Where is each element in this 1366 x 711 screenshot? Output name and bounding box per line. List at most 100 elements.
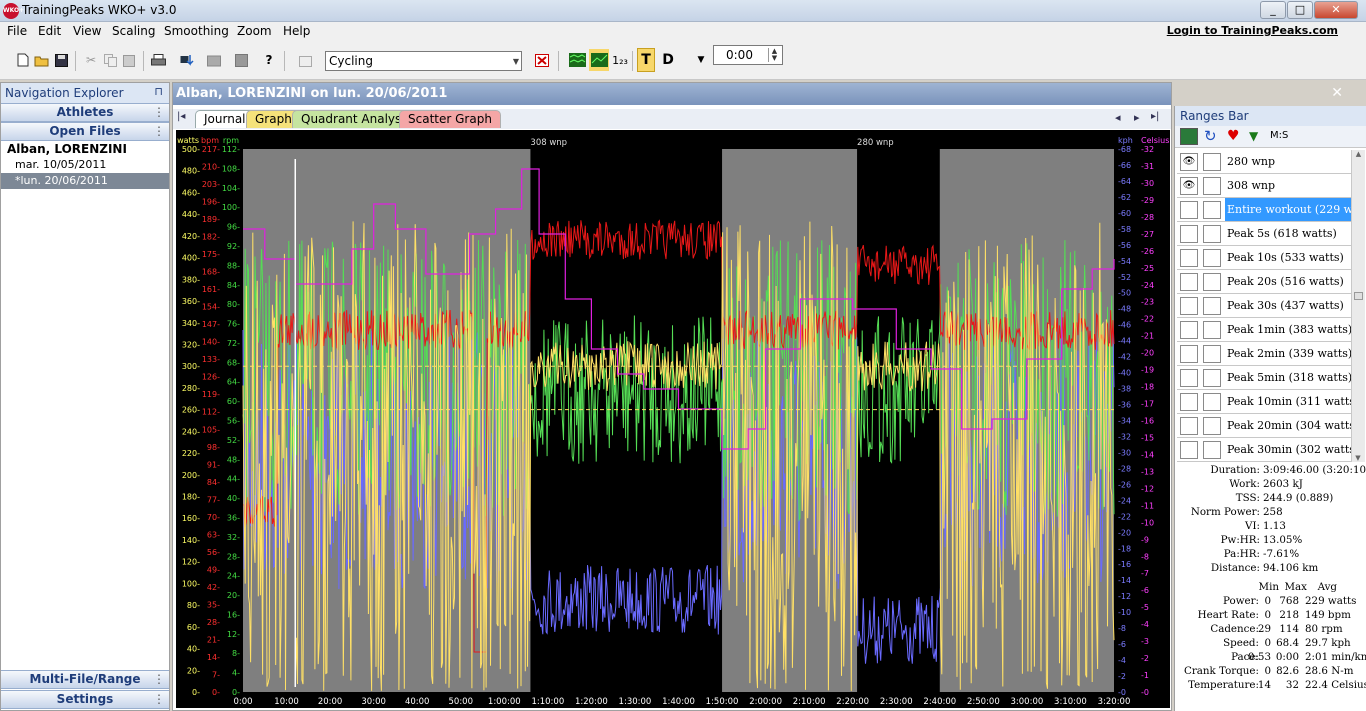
eye-icon[interactable]: 👁	[1180, 153, 1198, 171]
visibility-checkbox[interactable]	[1180, 273, 1198, 291]
pin-icon[interactable]: ⊓	[154, 85, 163, 98]
dropdown-arrow-icon[interactable]: ▼	[692, 51, 710, 69]
visibility-checkbox[interactable]	[1180, 369, 1198, 387]
menu-file[interactable]: File	[7, 24, 27, 38]
range-item[interactable]: Peak 1min (383 watts)	[1177, 318, 1351, 342]
range-checkbox[interactable]	[1203, 177, 1221, 195]
visibility-checkbox[interactable]	[1180, 225, 1198, 243]
visibility-checkbox[interactable]	[1180, 201, 1198, 219]
range-item[interactable]: Peak 10min (311 watts)	[1177, 390, 1351, 414]
scroll-down-icon[interactable]: ▼	[1352, 454, 1364, 462]
delete-red-icon[interactable]	[533, 51, 551, 69]
range-checkbox[interactable]	[1203, 369, 1221, 387]
nav-section-athletes[interactable]: Athletes ⋮	[1, 103, 169, 122]
range-checkbox[interactable]	[1203, 393, 1221, 411]
graph-overlay-icon[interactable]	[589, 49, 609, 71]
spinner-icon[interactable]: ▲ ▼	[768, 48, 780, 62]
nav-section-multi-file[interactable]: Multi-File/Range Analysis⋮	[1, 670, 169, 703]
close-icon[interactable]: ✕	[1331, 85, 1343, 101]
down-arrow-icon[interactable]: ▼	[1249, 129, 1258, 143]
visibility-checkbox[interactable]	[1180, 297, 1198, 315]
workout-graph[interactable]: 308 wnp 280 wnp watts 500- 480- 460- 440- 420- 4…	[176, 130, 1170, 708]
range-item[interactable]: 👁 308 wnp	[1177, 174, 1351, 198]
visibility-checkbox[interactable]	[1180, 417, 1198, 435]
visibility-checkbox[interactable]	[1180, 441, 1198, 459]
new-file-icon[interactable]	[14, 51, 32, 69]
sport-select[interactable]: Cycling ▼	[325, 51, 522, 71]
open-folder-icon[interactable]	[33, 51, 51, 69]
range-item[interactable]: Entire workout (229 watts)	[1177, 198, 1351, 222]
eye-icon[interactable]: 👁	[1180, 177, 1198, 195]
time-axis-toggle[interactable]: T	[637, 48, 655, 72]
menu-edit[interactable]: Edit	[38, 24, 61, 38]
nav-section-open-files[interactable]: Open Files ⋮	[1, 122, 169, 141]
range-item[interactable]: Peak 2min (339 watts)	[1177, 342, 1351, 366]
range-checkbox[interactable]	[1203, 297, 1221, 315]
range-item[interactable]: Peak 5s (618 watts)	[1177, 222, 1351, 246]
range-checkbox[interactable]	[1203, 321, 1221, 339]
last-tab-icon[interactable]: ▸|	[1151, 111, 1159, 122]
numbers-icon[interactable]: 1₂₃	[611, 51, 629, 69]
scroll-thumb[interactable]	[1354, 292, 1363, 300]
menu-scaling[interactable]: Scaling	[112, 24, 155, 38]
menu-zoom[interactable]: Zoom	[237, 24, 272, 38]
window-gray-icon[interactable]	[297, 51, 315, 69]
file-item[interactable]: mar. 10/05/2011	[1, 157, 169, 173]
range-checkbox[interactable]	[1203, 441, 1221, 459]
range-checkbox[interactable]	[1203, 153, 1221, 171]
picture-icon[interactable]	[1180, 128, 1198, 145]
range-item[interactable]: Peak 20s (516 watts)	[1177, 270, 1351, 294]
range-checkbox[interactable]	[1203, 417, 1221, 435]
axis-tick-label: 40-	[187, 645, 200, 654]
file-item-selected[interactable]: *lun. 20/06/2011	[1, 173, 169, 189]
nav-section-settings[interactable]: Settings ⋮	[1, 690, 169, 709]
first-page-icon[interactable]: |◂	[177, 111, 185, 122]
copy-icon[interactable]	[101, 51, 119, 69]
range-checkbox[interactable]	[1203, 225, 1221, 243]
range-item[interactable]: 👁 280 wnp	[1177, 150, 1351, 174]
cut-icon[interactable]: ✂	[82, 51, 100, 69]
ms-toggle[interactable]: M:S	[1270, 130, 1288, 141]
stop-gray-icon[interactable]	[232, 51, 250, 69]
login-link[interactable]: Login to TrainingPeaks.com	[1167, 24, 1338, 37]
range-item[interactable]: Peak 20min (304 watts)	[1177, 414, 1351, 438]
help-icon[interactable]: ?	[260, 51, 278, 69]
range-item[interactable]: Peak 30min (302 watts)	[1177, 438, 1351, 462]
print-icon[interactable]	[149, 51, 167, 69]
ranges-scrollbar[interactable]: ▲ ▼	[1351, 150, 1365, 462]
save-icon[interactable]	[52, 51, 70, 69]
refresh-icon[interactable]: ↻	[1204, 127, 1217, 145]
summary-label: TSS:	[1235, 492, 1260, 504]
menu-help[interactable]: Help	[283, 24, 310, 38]
range-item[interactable]: Peak 5min (318 watts)	[1177, 366, 1351, 390]
range-item[interactable]: Peak 10s (533 watts)	[1177, 246, 1351, 270]
workout-chart[interactable]: 308 wnp 280 wnp watts500- 480- 460- 440- 420- 4…	[176, 130, 1170, 708]
distance-axis-toggle[interactable]: D	[659, 51, 677, 69]
device-gray-icon[interactable]	[205, 51, 223, 69]
prev-tab-icon[interactable]: ◂	[1115, 111, 1121, 124]
menu-view[interactable]: View	[73, 24, 101, 38]
visibility-checkbox[interactable]	[1180, 393, 1198, 411]
range-checkbox[interactable]	[1203, 273, 1221, 291]
heart-icon[interactable]: ♥	[1227, 128, 1240, 144]
menu-smoothing[interactable]: Smoothing	[164, 24, 229, 38]
maximize-button[interactable]: □	[1287, 1, 1313, 19]
scroll-up-icon[interactable]: ▲	[1352, 150, 1365, 158]
visibility-checkbox[interactable]	[1180, 345, 1198, 363]
range-item[interactable]: Peak 30s (437 watts)	[1177, 294, 1351, 318]
range-checkbox[interactable]	[1203, 345, 1221, 363]
visibility-checkbox[interactable]	[1180, 321, 1198, 339]
athlete-name[interactable]: Alban, LORENZINI	[1, 141, 169, 157]
range-checkbox[interactable]	[1203, 201, 1221, 219]
range-checkbox[interactable]	[1203, 249, 1221, 267]
next-tab-icon[interactable]: ▸	[1134, 111, 1140, 124]
download-device-icon[interactable]	[178, 51, 196, 69]
graph-stacked-icon[interactable]	[568, 51, 586, 69]
minimize-button[interactable]: _	[1260, 1, 1286, 19]
axis-tick-label: 36-	[227, 513, 240, 522]
tab-scatter-graph[interactable]: Scatter Graph	[399, 110, 501, 128]
time-input[interactable]: 0:00 ▲ ▼	[713, 45, 783, 65]
visibility-checkbox[interactable]	[1180, 249, 1198, 267]
close-window-button[interactable]: ✕	[1314, 1, 1358, 19]
paste-icon[interactable]	[120, 51, 138, 69]
